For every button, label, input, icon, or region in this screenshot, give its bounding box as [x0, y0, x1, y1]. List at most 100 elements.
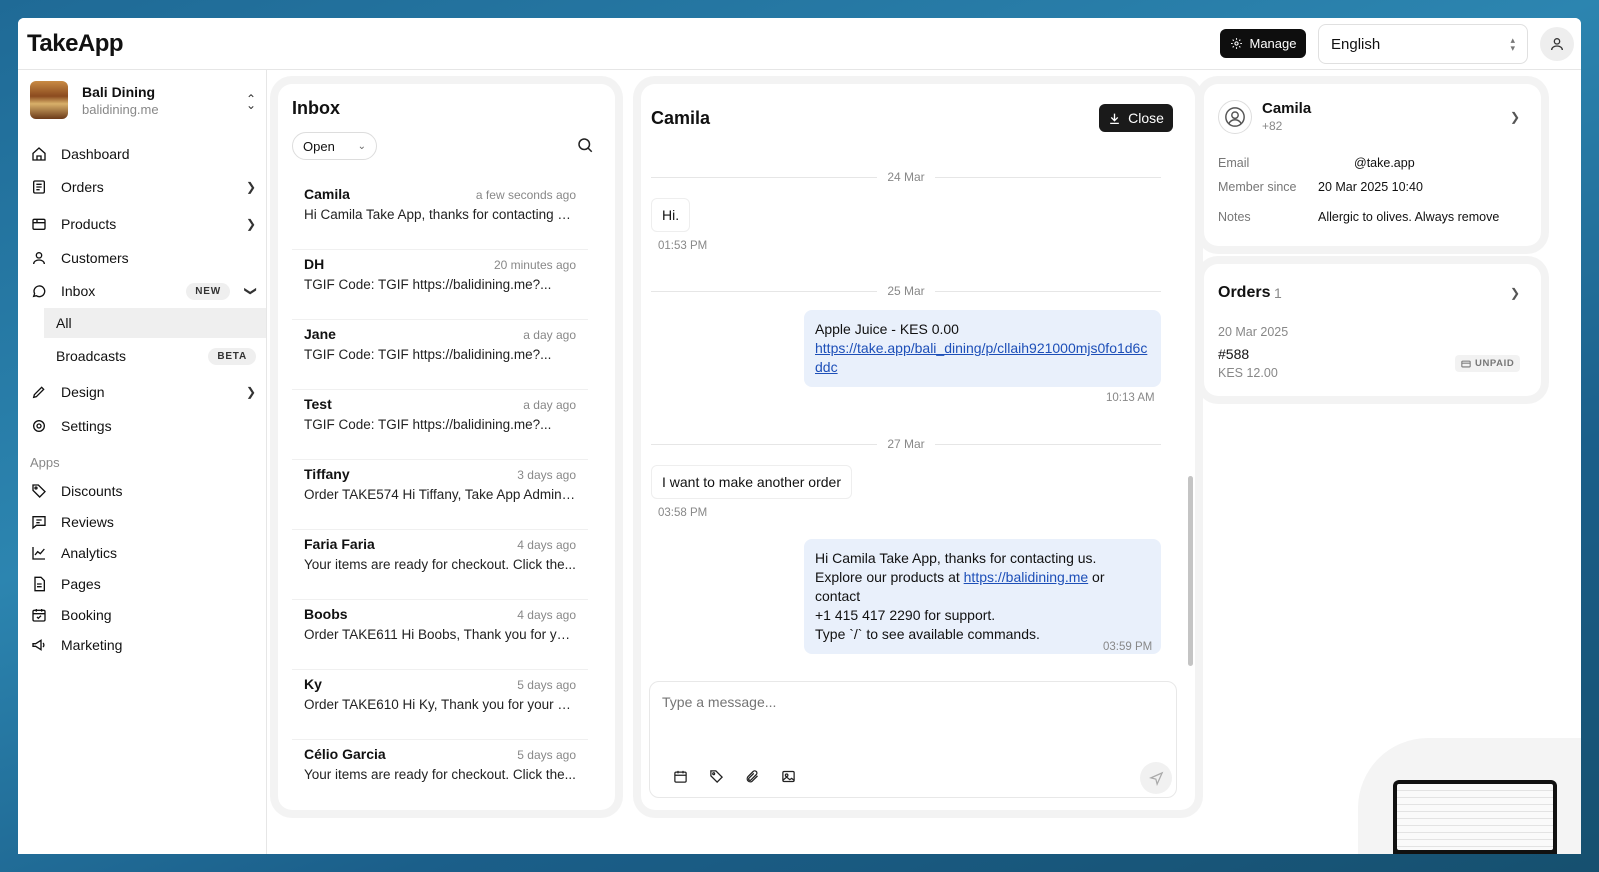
message-line: Type `/` to see available commands. — [815, 626, 1040, 642]
sidebar-label-inbox: Inbox — [61, 283, 96, 299]
language-value: English — [1331, 35, 1381, 53]
conversation-list: Camila a few seconds ago Hi Camila Take A… — [292, 180, 588, 810]
manage-button[interactable]: Manage — [1220, 29, 1306, 58]
chart-line-icon — [30, 544, 48, 562]
orders-card[interactable]: Orders 1 ❯ 20 Mar 2025 #588 KES 12.00 UN… — [1204, 264, 1541, 396]
contact-card[interactable]: Camila +82 ❯ Email @take.app Member sinc… — [1204, 84, 1541, 246]
contact-avatar — [1218, 100, 1252, 134]
conversation-item[interactable]: Faria Faria 4 days ago Your items are rea… — [292, 530, 588, 600]
message-input[interactable] — [662, 694, 1142, 710]
composer-toolbar — [670, 766, 798, 786]
sidebar-item-reviews[interactable]: Reviews — [30, 506, 256, 538]
chevron-right-icon[interactable]: ❯ — [1510, 110, 1520, 124]
order-total: KES 12.00 — [1218, 366, 1278, 380]
sidebar: Bali Dining balidining.me ⌃ ⌄ Dashboard O… — [18, 70, 267, 854]
date-separator-label: 24 Mar — [887, 170, 925, 184]
date-separator-label: 27 Mar — [887, 437, 925, 451]
sidebar-item-settings[interactable]: Settings — [30, 410, 256, 442]
status-filter-select[interactable]: Open ⌄ — [292, 132, 377, 160]
receipt-icon — [30, 178, 48, 196]
top-bar: TakeApp Manage English ▴ ▾ — [18, 18, 1581, 70]
date-separator: 25 Mar — [651, 283, 1161, 299]
conversation-item[interactable]: DH 20 minutes ago TGIF Code: TGIF https:/… — [292, 250, 588, 320]
sidebar-item-booking[interactable]: Booking — [30, 599, 256, 631]
chevron-right-icon: ❯ — [245, 180, 256, 194]
product-link[interactable]: https://take.app/bali_dining/p/cllaih921… — [815, 340, 1147, 375]
payment-status-label: UNPAID — [1475, 358, 1515, 369]
sidebar-item-marketing[interactable]: Marketing — [30, 629, 256, 661]
user-avatar-button[interactable] — [1540, 27, 1574, 61]
home-icon — [30, 145, 48, 163]
sidebar-label-discounts: Discounts — [61, 483, 123, 499]
app-logo[interactable]: TakeApp — [27, 30, 124, 58]
gear-icon — [30, 417, 48, 435]
sidebar-item-products[interactable]: Products ❯ — [30, 208, 256, 240]
sidebar-item-inbox[interactable]: Inbox NEW ❯ — [30, 275, 258, 307]
store-link[interactable]: https://balidining.me — [964, 569, 1089, 585]
document-icon — [30, 575, 48, 593]
search-button[interactable] — [576, 136, 596, 156]
date-separator: 24 Mar — [651, 169, 1161, 185]
tag-icon — [709, 769, 723, 783]
tag-button[interactable] — [706, 766, 726, 786]
sidebar-item-discounts[interactable]: Discounts — [30, 475, 256, 507]
message-time: 03:58 PM — [658, 507, 708, 519]
sidebar-label-orders: Orders — [61, 179, 104, 195]
sidebar-label-settings: Settings — [61, 418, 112, 434]
whatsapp-icon — [30, 282, 48, 300]
conversation-item[interactable]: Test a day ago TGIF Code: TGIF https://ba… — [292, 390, 588, 460]
conversation-time: 3 days ago — [517, 468, 576, 482]
inbox-panel: Inbox Open ⌄ Camila a few seconds ago Hi … — [278, 84, 615, 810]
chat-panel: Camila Close 24 Mar Hi. 01:53 PM 25 Mar … — [641, 84, 1195, 810]
sidebar-item-analytics[interactable]: Analytics — [30, 537, 256, 569]
order-date: 20 Mar 2025 — [1218, 325, 1289, 339]
conversation-time: a few seconds ago — [475, 188, 576, 202]
calendar-check-icon — [30, 606, 48, 624]
message-text: I want to make another order — [662, 474, 841, 490]
message-time: 10:13 AM — [1106, 392, 1155, 404]
conversation-item[interactable]: Ky 5 days ago Order TAKE610 Hi Ky, Thank … — [292, 670, 588, 740]
conversation-time: a day ago — [523, 398, 576, 412]
orders-title: Orders — [1218, 284, 1271, 301]
language-select[interactable]: English ▴ ▾ — [1318, 24, 1528, 64]
order-number[interactable]: #588 — [1218, 346, 1249, 362]
attach-button[interactable] — [742, 766, 762, 786]
image-button[interactable] — [778, 766, 798, 786]
store-switcher[interactable]: Bali Dining balidining.me ⌃ ⌄ — [30, 80, 256, 120]
chevron-right-icon[interactable]: ❯ — [1510, 286, 1520, 300]
sidebar-label-all: All — [56, 315, 72, 331]
contact-member-row: Member since 20 Mar 2025 10:40 — [1218, 180, 1423, 194]
conversation-item[interactable]: Célio Garcia 5 days ago Your items are re… — [292, 740, 588, 810]
sidebar-label-pages: Pages — [61, 576, 101, 592]
message-line: Hi Camila Take App, thanks for contactin… — [815, 550, 1097, 566]
conversation-name: DH — [304, 256, 325, 272]
conversation-item[interactable]: Jane a day ago TGIF Code: TGIF https://ba… — [292, 320, 588, 390]
conversation-item[interactable]: Camila a few seconds ago Hi Camila Take A… — [292, 180, 588, 250]
sidebar-subitem-all[interactable]: All — [44, 308, 266, 338]
contact-notes-row: Notes Allergic to olives. Always remove — [1218, 210, 1499, 224]
search-icon — [578, 138, 593, 153]
conversation-preview: TGIF Code: TGIF https://balidining.me?..… — [304, 277, 552, 292]
sidebar-item-dashboard[interactable]: Dashboard — [30, 138, 256, 170]
outgoing-message: Apple Juice - KES 0.00 https://take.app/… — [804, 310, 1161, 387]
close-conversation-button[interactable]: Close — [1099, 104, 1173, 132]
conversation-item[interactable]: Tiffany 3 days ago Order TAKE574 Hi Tiffa… — [292, 460, 588, 530]
download-icon — [1110, 113, 1119, 124]
chevron-right-icon: ❯ — [245, 385, 256, 399]
calendar-icon — [673, 770, 687, 783]
conversation-item[interactable]: Boobs 4 days ago Order TAKE611 Hi Boobs, … — [292, 600, 588, 670]
sidebar-item-customers[interactable]: Customers — [30, 242, 256, 274]
sidebar-item-orders[interactable]: Orders ❯ — [30, 171, 256, 203]
send-button[interactable] — [1140, 762, 1172, 794]
sidebar-item-design[interactable]: Design ❯ — [30, 376, 256, 408]
sidebar-subitem-broadcasts[interactable]: Broadcasts BETA — [44, 341, 266, 371]
sidebar-label-dashboard: Dashboard — [61, 146, 130, 162]
notes-label: Notes — [1218, 210, 1251, 224]
conversation-time: 4 days ago — [517, 538, 576, 552]
user-circle-icon — [1225, 107, 1245, 127]
calendar-button[interactable] — [670, 766, 690, 786]
sidebar-label-marketing: Marketing — [61, 637, 123, 653]
sidebar-item-pages[interactable]: Pages — [30, 568, 256, 600]
chat-scrollbar[interactable] — [1188, 476, 1193, 666]
conversation-time: 4 days ago — [517, 608, 576, 622]
